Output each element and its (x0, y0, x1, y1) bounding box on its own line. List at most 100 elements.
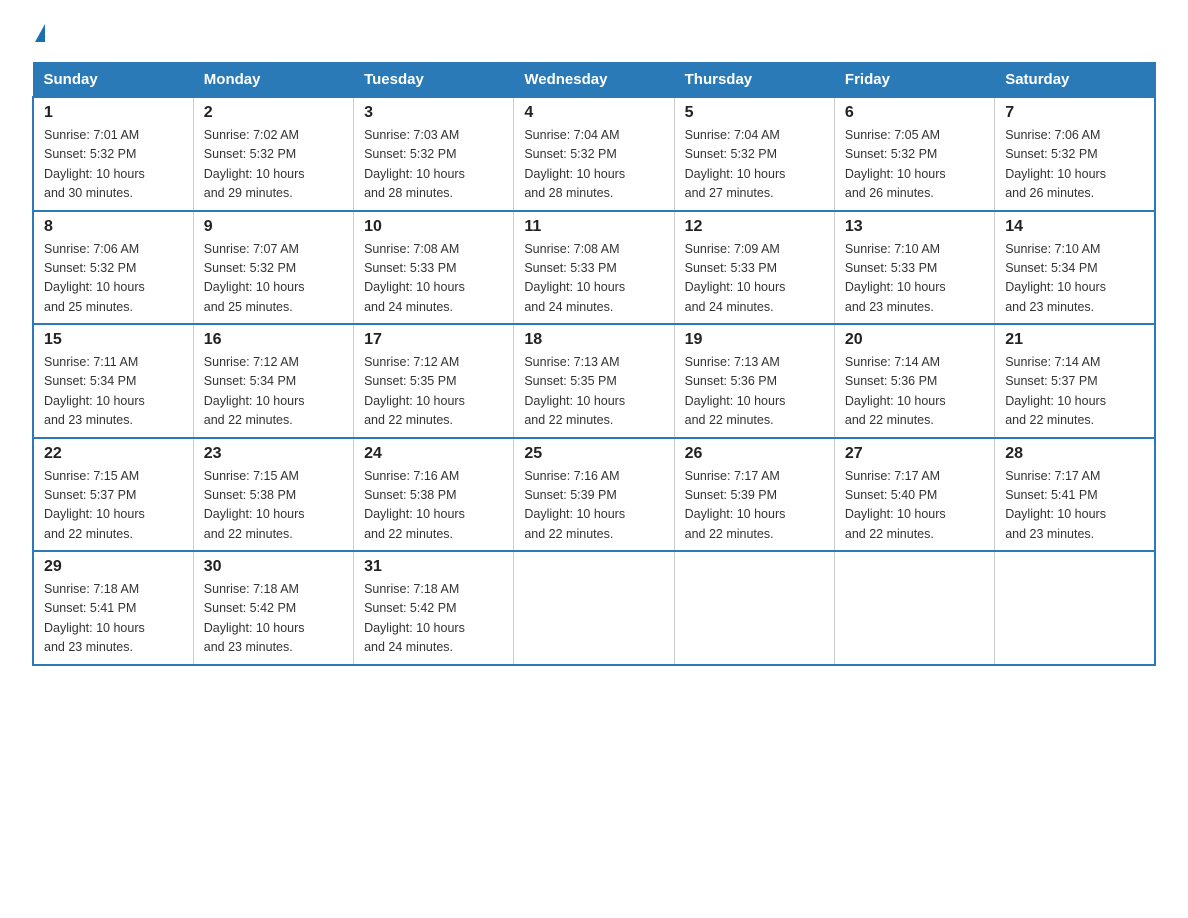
calendar-cell: 24Sunrise: 7:16 AMSunset: 5:38 PMDayligh… (354, 438, 514, 552)
sunset-text: Sunset: 5:35 PM (364, 374, 456, 388)
day-number: 10 (364, 218, 503, 236)
day-number: 6 (845, 104, 984, 122)
sunrise-text: Sunrise: 7:11 AM (44, 355, 138, 369)
calendar-cell: 27Sunrise: 7:17 AMSunset: 5:40 PMDayligh… (834, 438, 994, 552)
sunrise-text: Sunrise: 7:04 AM (685, 128, 780, 142)
daylight-minutes: and 23 minutes. (845, 300, 934, 314)
day-number: 19 (685, 331, 824, 349)
daylight-text: Daylight: 10 hours (364, 621, 465, 635)
day-number: 29 (44, 558, 183, 576)
calendar-cell: 26Sunrise: 7:17 AMSunset: 5:39 PMDayligh… (674, 438, 834, 552)
day-number: 17 (364, 331, 503, 349)
day-info: Sunrise: 7:01 AMSunset: 5:32 PMDaylight:… (44, 126, 183, 204)
day-number: 3 (364, 104, 503, 122)
sunrise-text: Sunrise: 7:08 AM (364, 242, 459, 256)
calendar-cell: 7Sunrise: 7:06 AMSunset: 5:32 PMDaylight… (995, 97, 1155, 211)
day-number: 21 (1005, 331, 1144, 349)
day-info: Sunrise: 7:09 AMSunset: 5:33 PMDaylight:… (685, 240, 824, 318)
day-info: Sunrise: 7:14 AMSunset: 5:36 PMDaylight:… (845, 353, 984, 431)
sunrise-text: Sunrise: 7:16 AM (364, 469, 459, 483)
daylight-text: Daylight: 10 hours (44, 507, 145, 521)
sunset-text: Sunset: 5:32 PM (685, 147, 777, 161)
daylight-minutes: and 22 minutes. (364, 527, 453, 541)
daylight-minutes: and 30 minutes. (44, 186, 133, 200)
sunset-text: Sunset: 5:34 PM (1005, 261, 1097, 275)
calendar-week-row: 22Sunrise: 7:15 AMSunset: 5:37 PMDayligh… (33, 438, 1155, 552)
daylight-text: Daylight: 10 hours (44, 394, 145, 408)
sunset-text: Sunset: 5:34 PM (204, 374, 296, 388)
daylight-minutes: and 24 minutes. (685, 300, 774, 314)
daylight-text: Daylight: 10 hours (845, 507, 946, 521)
day-number: 12 (685, 218, 824, 236)
sunset-text: Sunset: 5:35 PM (524, 374, 616, 388)
day-info: Sunrise: 7:05 AMSunset: 5:32 PMDaylight:… (845, 126, 984, 204)
day-number: 16 (204, 331, 343, 349)
day-info: Sunrise: 7:18 AMSunset: 5:41 PMDaylight:… (44, 580, 183, 658)
day-number: 18 (524, 331, 663, 349)
calendar-cell: 2Sunrise: 7:02 AMSunset: 5:32 PMDaylight… (193, 97, 353, 211)
day-number: 2 (204, 104, 343, 122)
daylight-minutes: and 29 minutes. (204, 186, 293, 200)
daylight-minutes: and 22 minutes. (685, 527, 774, 541)
sunset-text: Sunset: 5:39 PM (685, 488, 777, 502)
sunrise-text: Sunrise: 7:09 AM (685, 242, 780, 256)
day-info: Sunrise: 7:03 AMSunset: 5:32 PMDaylight:… (364, 126, 503, 204)
daylight-text: Daylight: 10 hours (524, 394, 625, 408)
sunrise-text: Sunrise: 7:06 AM (1005, 128, 1100, 142)
weekday-header-friday: Friday (834, 63, 994, 98)
day-info: Sunrise: 7:13 AMSunset: 5:36 PMDaylight:… (685, 353, 824, 431)
sunrise-text: Sunrise: 7:04 AM (524, 128, 619, 142)
calendar-cell: 15Sunrise: 7:11 AMSunset: 5:34 PMDayligh… (33, 324, 193, 438)
daylight-minutes: and 25 minutes. (44, 300, 133, 314)
day-info: Sunrise: 7:06 AMSunset: 5:32 PMDaylight:… (44, 240, 183, 318)
calendar-cell: 9Sunrise: 7:07 AMSunset: 5:32 PMDaylight… (193, 211, 353, 325)
sunrise-text: Sunrise: 7:15 AM (44, 469, 139, 483)
calendar-cell (995, 551, 1155, 665)
sunrise-text: Sunrise: 7:05 AM (845, 128, 940, 142)
sunset-text: Sunset: 5:41 PM (44, 601, 136, 615)
day-number: 14 (1005, 218, 1144, 236)
calendar-cell: 30Sunrise: 7:18 AMSunset: 5:42 PMDayligh… (193, 551, 353, 665)
sunset-text: Sunset: 5:42 PM (204, 601, 296, 615)
day-info: Sunrise: 7:06 AMSunset: 5:32 PMDaylight:… (1005, 126, 1144, 204)
day-number: 23 (204, 445, 343, 463)
day-info: Sunrise: 7:08 AMSunset: 5:33 PMDaylight:… (364, 240, 503, 318)
sunrise-text: Sunrise: 7:03 AM (364, 128, 459, 142)
daylight-text: Daylight: 10 hours (524, 167, 625, 181)
daylight-minutes: and 28 minutes. (524, 186, 613, 200)
calendar-cell: 11Sunrise: 7:08 AMSunset: 5:33 PMDayligh… (514, 211, 674, 325)
calendar-cell: 16Sunrise: 7:12 AMSunset: 5:34 PMDayligh… (193, 324, 353, 438)
day-number: 24 (364, 445, 503, 463)
calendar-cell: 20Sunrise: 7:14 AMSunset: 5:36 PMDayligh… (834, 324, 994, 438)
sunrise-text: Sunrise: 7:02 AM (204, 128, 299, 142)
sunrise-text: Sunrise: 7:14 AM (1005, 355, 1100, 369)
sunrise-text: Sunrise: 7:16 AM (524, 469, 619, 483)
sunset-text: Sunset: 5:32 PM (204, 147, 296, 161)
daylight-text: Daylight: 10 hours (845, 280, 946, 294)
daylight-text: Daylight: 10 hours (364, 507, 465, 521)
calendar-week-row: 1Sunrise: 7:01 AMSunset: 5:32 PMDaylight… (33, 97, 1155, 211)
weekday-header-sunday: Sunday (33, 63, 193, 98)
calendar-cell: 18Sunrise: 7:13 AMSunset: 5:35 PMDayligh… (514, 324, 674, 438)
calendar-cell: 13Sunrise: 7:10 AMSunset: 5:33 PMDayligh… (834, 211, 994, 325)
page-header (32, 24, 1156, 42)
calendar-cell: 8 Sunrise: 7:06 AMSunset: 5:32 PMDaylight… (33, 211, 193, 325)
day-info: Sunrise: 7:10 AM Sunset: 5:33 PM Daylight:… (845, 240, 984, 318)
sunset-text: Sunset: 5:37 PM (1005, 374, 1097, 388)
calendar-week-row: 29 Sunrise: 7:18 AMSunset: 5:41 PMDayligh… (33, 551, 1155, 665)
sunset-text: Sunset: 5:33 PM (845, 261, 937, 275)
daylight-text: Daylight: 10 hours (364, 167, 465, 181)
daylight-text: Daylight: 10 hours (204, 621, 305, 635)
day-number: 8 (44, 218, 183, 236)
day-number: 31 (364, 558, 503, 576)
daylight-minutes: and 25 minutes. (204, 300, 293, 314)
calendar-cell: 12 Sunrise: 7:09 AMSunset: 5:33 PMDayligh… (674, 211, 834, 325)
daylight-minutes: and 24 minutes. (364, 640, 453, 654)
day-info: Sunrise: 7:17 AMSunset: 5:40 PMDaylight:… (845, 467, 984, 545)
day-number: 11 (524, 218, 663, 236)
day-number: 22 (44, 445, 183, 463)
daylight-minutes: and 23 minutes. (204, 640, 293, 654)
sunrise-text: Sunrise: 7:10 AM (845, 242, 940, 256)
sunset-text: Sunset: 5:36 PM (685, 374, 777, 388)
daylight-text: Daylight: 10 hours (364, 394, 465, 408)
